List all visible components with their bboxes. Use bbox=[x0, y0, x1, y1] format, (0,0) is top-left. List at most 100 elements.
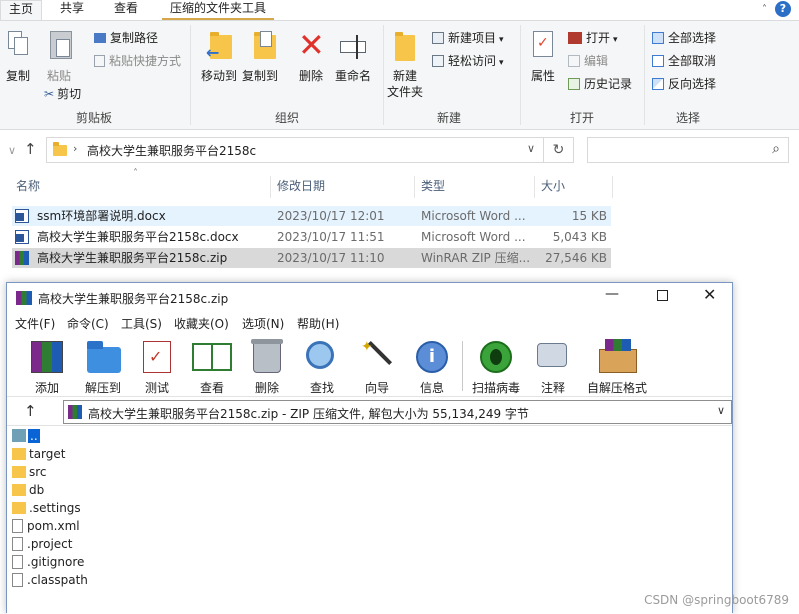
invert-selection-button[interactable]: 反向选择 bbox=[652, 75, 716, 92]
move-to-button[interactable]: ← 移动到 bbox=[198, 27, 242, 89]
file-row-selected[interactable]: 高校大学生兼职服务平台2158c.zip 2023/10/17 11:10 Wi… bbox=[12, 248, 611, 268]
ribbon: 复制 粘贴 复制路径 粘贴快捷方式 ✂ 剪切 剪贴板 ← 移动到 复制到 ✕ 删除… bbox=[0, 20, 799, 130]
file-row[interactable]: ssm环境部署说明.docx 2023/10/17 12:01 Microsof… bbox=[12, 206, 611, 226]
collapse-ribbon-icon[interactable]: ˄ bbox=[762, 4, 767, 15]
column-size[interactable]: 大小 bbox=[541, 172, 565, 200]
tab-zip-tools[interactable]: 压缩的文件夹工具 bbox=[162, 0, 275, 20]
list-item-up[interactable]: .. bbox=[12, 427, 40, 445]
menu-commands[interactable]: 命令(C) bbox=[67, 315, 109, 332]
help-icon[interactable]: ? bbox=[775, 1, 791, 17]
test-button[interactable]: ✓ 测试 bbox=[133, 337, 181, 395]
file-icon bbox=[12, 537, 23, 551]
paste-shortcut-icon bbox=[94, 55, 105, 67]
refresh-icon: ↻ bbox=[552, 142, 565, 158]
archive-path-box[interactable]: 高校大学生兼职服务平台2158c.zip - ZIP 压缩文件, 解包大小为 5… bbox=[63, 400, 732, 424]
folder-icon bbox=[12, 502, 26, 514]
maximize-icon[interactable] bbox=[657, 290, 668, 301]
test-label: 测试 bbox=[144, 381, 169, 395]
winrar-title: 高校大学生兼职服务平台2158c.zip bbox=[38, 292, 229, 306]
easy-access-button[interactable]: 轻松访问 ▾ bbox=[432, 52, 504, 69]
copy-path-icon bbox=[94, 33, 106, 43]
list-item[interactable]: .project bbox=[12, 535, 72, 553]
address-bar[interactable]: › 高校大学生兼职服务平台2158c ∨ bbox=[46, 137, 544, 163]
cut-button[interactable]: ✂ 剪切 bbox=[44, 85, 81, 102]
file-row[interactable]: 高校大学生兼职服务平台2158c.docx 2023/10/17 11:51 M… bbox=[12, 227, 611, 247]
file-date: 2023/10/17 12:01 bbox=[277, 209, 385, 223]
paste-shortcut-button[interactable]: 粘贴快捷方式 bbox=[94, 52, 181, 69]
column-name[interactable]: 名称 bbox=[16, 172, 40, 200]
list-item[interactable]: .classpath bbox=[12, 571, 88, 589]
up-arrow-icon[interactable]: ↑ bbox=[24, 140, 37, 158]
clipboard-group-label: 剪贴板 bbox=[75, 111, 112, 125]
file-type: WinRAR ZIP 压缩... bbox=[421, 251, 531, 265]
extract-to-button[interactable]: 解压到 bbox=[79, 337, 127, 395]
scissors-icon: ✂ bbox=[44, 87, 55, 101]
list-item[interactable]: .gitignore bbox=[12, 553, 84, 571]
breadcrumb-chevron-icon: › bbox=[73, 142, 78, 155]
properties-button[interactable]: ✓ 属性 bbox=[526, 27, 560, 89]
comment-button[interactable]: 注释 bbox=[529, 337, 577, 395]
column-date[interactable]: 修改日期 bbox=[277, 172, 325, 200]
wizard-button[interactable]: ✦ 向导 bbox=[353, 337, 401, 395]
copy-to-button[interactable]: 复制到 bbox=[242, 27, 288, 89]
history-button[interactable]: 历史记录 bbox=[568, 75, 632, 92]
select-all-button[interactable]: 全部选择 bbox=[652, 29, 716, 46]
add-button[interactable]: 添加 bbox=[23, 337, 71, 395]
delete-button[interactable]: ✕ 删除 bbox=[296, 27, 328, 89]
sfx-button[interactable]: 自解压格式 bbox=[587, 337, 647, 395]
minimize-icon[interactable]: — bbox=[605, 286, 619, 302]
winrar-titlebar[interactable]: 高校大学生兼职服务平台2158c.zip — ✕ bbox=[7, 283, 732, 313]
select-none-button[interactable]: 全部取消 bbox=[652, 52, 716, 69]
cut-label: 剪切 bbox=[57, 87, 82, 101]
word-icon bbox=[15, 209, 29, 223]
tab-share[interactable]: 共享 bbox=[52, 0, 92, 20]
tab-home[interactable]: 主页 bbox=[0, 0, 43, 21]
menu-tools[interactable]: 工具(S) bbox=[121, 315, 162, 332]
menu-file[interactable]: 文件(F) bbox=[15, 315, 55, 332]
folder-icon bbox=[53, 142, 67, 156]
menu-favorites[interactable]: 收藏夹(O) bbox=[174, 315, 229, 332]
tab-view[interactable]: 查看 bbox=[106, 0, 146, 20]
entry-name: pom.xml bbox=[27, 519, 80, 533]
history-icon bbox=[568, 78, 580, 90]
rename-label: 重命名 bbox=[335, 69, 372, 83]
copy-path-button[interactable]: 复制路径 bbox=[94, 29, 158, 46]
copy-path-label: 复制路径 bbox=[110, 31, 159, 45]
scan-virus-label: 扫描病毒 bbox=[471, 381, 520, 395]
up-folder-icon[interactable]: ↑ bbox=[24, 402, 37, 420]
new-folder-button[interactable]: 新建 文件夹 bbox=[387, 27, 427, 99]
path-dropdown-icon[interactable]: ∨ bbox=[717, 404, 725, 417]
search-input[interactable]: ⌕ bbox=[587, 137, 789, 163]
recent-locations-icon[interactable]: ∨ bbox=[8, 144, 16, 157]
watermark: CSDN @springboot6789 bbox=[644, 593, 789, 607]
list-item[interactable]: src bbox=[12, 463, 47, 481]
list-item[interactable]: .settings bbox=[12, 499, 81, 517]
column-type[interactable]: 类型 bbox=[421, 172, 445, 200]
scan-virus-button[interactable]: 扫描病毒 bbox=[472, 337, 520, 395]
open-button[interactable]: 打开 ▾ bbox=[568, 29, 618, 46]
address-dropdown-icon[interactable]: ∨ bbox=[527, 142, 535, 155]
menu-help[interactable]: 帮助(H) bbox=[297, 315, 339, 332]
info-button[interactable]: i 信息 bbox=[408, 337, 456, 395]
copy-button[interactable]: 复制 bbox=[4, 27, 34, 89]
list-item[interactable]: target bbox=[12, 445, 66, 463]
new-folder-icon bbox=[395, 32, 415, 61]
list-item[interactable]: pom.xml bbox=[12, 517, 80, 535]
list-item[interactable]: db bbox=[12, 481, 44, 499]
find-button[interactable]: 查找 bbox=[298, 337, 346, 395]
close-icon[interactable]: ✕ bbox=[703, 285, 716, 304]
file-size: 27,546 KB bbox=[545, 251, 607, 265]
paste-button[interactable]: 粘贴 bbox=[44, 27, 78, 89]
new-item-button[interactable]: 新建项目 ▾ bbox=[432, 29, 504, 46]
winrar-window: 高校大学生兼职服务平台2158c.zip — ✕ 文件(F) 命令(C) 工具(… bbox=[6, 282, 733, 614]
rename-button[interactable]: 重命名 bbox=[334, 27, 374, 89]
refresh-button[interactable]: ↻ bbox=[544, 137, 574, 163]
edit-button[interactable]: 编辑 bbox=[568, 52, 608, 69]
file-icon bbox=[12, 555, 23, 569]
delete-archive-button[interactable]: 删除 bbox=[243, 337, 291, 395]
select-all-label: 全部选择 bbox=[668, 31, 717, 45]
winrar-small-icon bbox=[68, 405, 82, 419]
open-label: 打开 bbox=[586, 31, 611, 45]
menu-options[interactable]: 选项(N) bbox=[242, 315, 284, 332]
view-button[interactable]: 查看 bbox=[188, 337, 236, 395]
